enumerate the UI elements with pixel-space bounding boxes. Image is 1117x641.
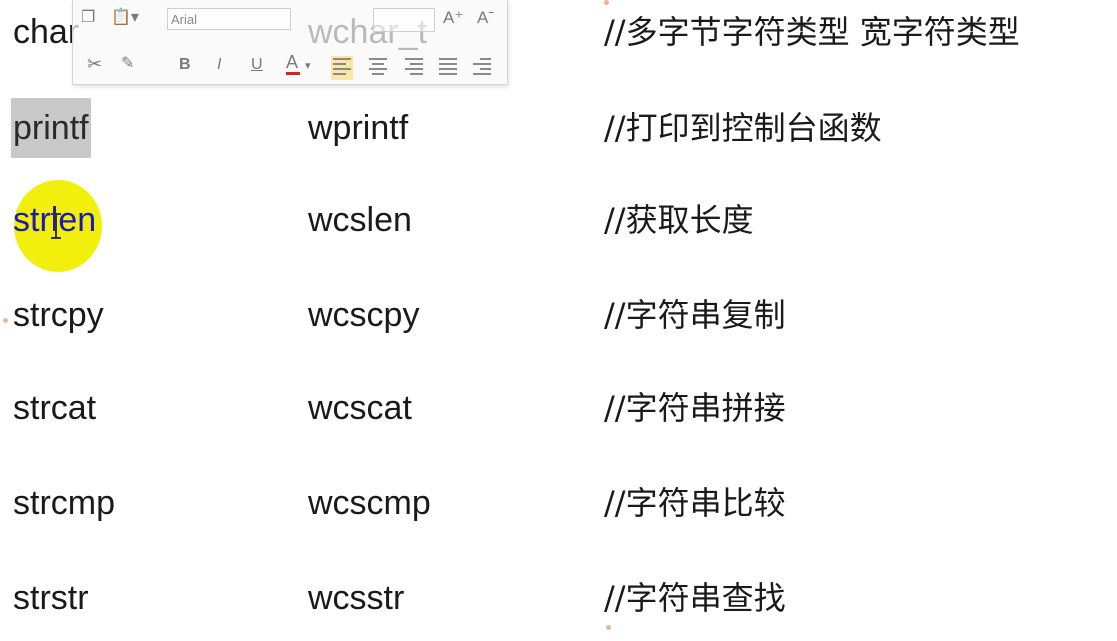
function-comment[interactable]: //打印到控制台函数 bbox=[604, 98, 882, 158]
decorative-dot bbox=[3, 318, 8, 323]
table-row: strcpy wcscpy //字符串复制 bbox=[0, 285, 1117, 345]
function-comment[interactable]: //字符串拼接 bbox=[604, 378, 786, 438]
mini-format-toolbar: ❐ 📋▾ Arial A⁺ Aˉ ✂ ✎ B I U A ▾ bbox=[72, 0, 508, 85]
wide-function-name[interactable]: wcscpy bbox=[308, 285, 419, 345]
grow-font-button[interactable]: A⁺ bbox=[443, 8, 463, 28]
function-comment[interactable]: //字符串查找 bbox=[604, 568, 786, 628]
text-cursor-icon bbox=[51, 213, 61, 239]
narrow-function-name[interactable]: char bbox=[13, 2, 79, 62]
table-row: strcat wcscat //字符串拼接 bbox=[0, 378, 1117, 438]
wide-function-name[interactable]: wprintf bbox=[308, 98, 408, 158]
narrow-function-name[interactable]: strcpy bbox=[13, 285, 104, 345]
table-row: strlen wcslen //获取长度 bbox=[0, 190, 1117, 250]
bullet-list-icon[interactable] bbox=[439, 58, 457, 78]
wide-function-name[interactable]: wcslen bbox=[308, 190, 412, 250]
italic-button[interactable]: I bbox=[217, 55, 221, 75]
bold-button[interactable]: B bbox=[179, 55, 191, 75]
decorative-dot bbox=[604, 0, 609, 5]
wide-function-name[interactable]: wcscmp bbox=[308, 473, 431, 533]
narrow-function-name[interactable]: strstr bbox=[13, 568, 89, 628]
selected-function-name[interactable]: printf bbox=[11, 98, 91, 158]
decorative-dot bbox=[606, 625, 611, 630]
function-comment[interactable]: //获取长度 bbox=[604, 190, 754, 250]
font-color-swatch bbox=[286, 72, 300, 75]
align-right-icon[interactable] bbox=[405, 58, 423, 78]
wide-function-name[interactable]: wcsstr bbox=[308, 568, 404, 628]
format-painter-icon[interactable]: ✎ bbox=[121, 54, 134, 74]
font-size-input[interactable] bbox=[373, 8, 435, 32]
dropdown-arrow-icon[interactable]: ▾ bbox=[305, 56, 311, 76]
wide-function-name[interactable]: wcscat bbox=[308, 378, 412, 438]
align-left-icon[interactable] bbox=[331, 56, 353, 80]
paste-icon[interactable]: 📋▾ bbox=[111, 8, 139, 28]
function-comment[interactable]: //字符串比较 bbox=[604, 473, 786, 533]
table-row: printf wprintf //打印到控制台函数 bbox=[0, 98, 1117, 158]
font-color-button[interactable]: A bbox=[286, 52, 298, 72]
table-row: strcmp wcscmp //字符串比较 bbox=[0, 473, 1117, 533]
cut-icon[interactable]: ✂ bbox=[87, 54, 102, 74]
function-comment[interactable]: //多字节字符类型 宽字符类型 bbox=[604, 2, 1020, 62]
font-name-input[interactable]: Arial bbox=[167, 8, 291, 30]
narrow-function-name[interactable]: strcmp bbox=[13, 473, 115, 533]
copy-format-icon[interactable]: ❐ bbox=[81, 8, 95, 28]
underline-button[interactable]: U bbox=[251, 55, 263, 75]
align-center-icon[interactable] bbox=[369, 58, 387, 78]
indent-icon[interactable] bbox=[473, 58, 491, 78]
narrow-function-name[interactable]: strcat bbox=[13, 378, 96, 438]
document-canvas[interactable]: char wchar_t //多字节字符类型 宽字符类型 printf wpri… bbox=[0, 0, 1117, 641]
shrink-font-button[interactable]: Aˉ bbox=[477, 8, 494, 28]
table-row: strstr wcsstr //字符串查找 bbox=[0, 568, 1117, 628]
function-comment[interactable]: //字符串复制 bbox=[604, 285, 786, 345]
